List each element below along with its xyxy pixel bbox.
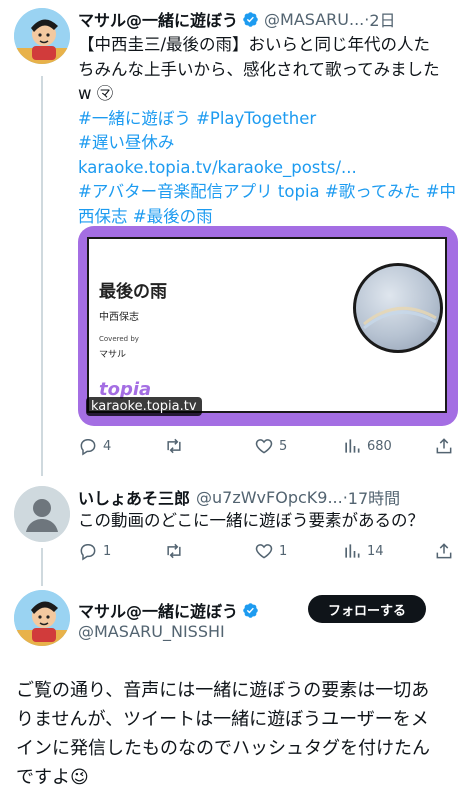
avatar[interactable] — [14, 8, 70, 64]
like-button[interactable]: 1 — [254, 541, 287, 561]
view-count: 680 — [367, 438, 392, 454]
text-line: ご覧の通り、音声には一緒に遊ぼうの要素は一切あ — [16, 680, 430, 701]
text-line: 【中西圭三/最後の雨】おいらと同じ年代の人た — [78, 35, 431, 54]
text-line: w ㋮ — [78, 84, 114, 103]
timestamp[interactable]: 17時間 — [348, 485, 400, 509]
retweet-button[interactable] — [164, 541, 189, 561]
reply-button[interactable]: 1 — [78, 541, 111, 561]
thread-line — [41, 548, 43, 586]
view-count: 14 — [367, 543, 384, 559]
retweet-icon — [167, 543, 181, 559]
reply-count: 4 — [103, 438, 112, 454]
reply-count: 1 — [103, 543, 112, 559]
hashtag-link[interactable]: #遅い昼休み — [78, 131, 460, 156]
analytics-icon — [345, 439, 360, 453]
display-name[interactable]: マサル@一緒に遊ぼう — [78, 598, 238, 622]
share-button[interactable] — [434, 541, 454, 561]
hashtag-link[interactable]: #アバター音楽配信アプリ topia #歌ってみた #中 — [78, 180, 460, 205]
text-line: インに発信したものなのでハッシュタグを付けたん — [16, 738, 430, 759]
avatar[interactable] — [14, 486, 70, 542]
link-card[interactable]: 最後の雨 中西保志 Covered by マサル topia karaoke.t… — [78, 226, 458, 426]
handle[interactable]: @MASARU... — [264, 10, 364, 29]
retweet-button[interactable] — [164, 436, 189, 456]
card-singer: マサル — [99, 350, 127, 360]
hashtag-link[interactable]: #一緒に遊ぼう #PlayTogether — [78, 107, 460, 132]
card-thumbnail: 最後の雨 中西保志 Covered by マサル topia — [87, 237, 447, 413]
tweet-text: 【中西圭三/最後の雨】おいらと同じ年代の人た ちみんな上手いから、感化されて歌っ… — [78, 33, 460, 229]
reply-icon — [80, 544, 96, 561]
reply-icon — [80, 439, 96, 456]
tweet-text: ご覧の通り、音声には一緒に遊ぼうの要素は一切あ りませんが、ツイートは一緒に遊ぼ… — [16, 676, 462, 792]
card-artist: 中西保志 — [99, 312, 139, 323]
text-line: ですよ😉 — [16, 767, 89, 788]
tweet-header: マサル@一緒に遊ぼう — [78, 598, 264, 622]
card-domain: karaoke.topia.tv — [86, 397, 202, 416]
analytics-icon — [345, 544, 360, 558]
tweet-header: マサル@一緒に遊ぼう @MASARU... · 2日 — [78, 7, 396, 31]
handle[interactable]: @u7zWvFOpcK9... — [196, 488, 343, 507]
verified-badge-icon — [243, 11, 258, 27]
tweet-text: この動画のどこに一緒に遊ぼう要素があるの？ — [78, 509, 460, 534]
text-line: りませんが、ツイートは一緒に遊ぼうユーザーをメ — [16, 709, 429, 730]
like-count: 1 — [279, 543, 288, 559]
like-count: 5 — [279, 438, 288, 454]
display-name[interactable]: マサル@一緒に遊ぼう — [78, 7, 238, 31]
display-name[interactable]: いしょあそ三郎 — [78, 485, 190, 509]
share-icon — [436, 438, 452, 454]
reply-button[interactable]: 4 — [78, 436, 111, 456]
timestamp[interactable]: 2日 — [369, 7, 395, 31]
thread-line — [41, 76, 43, 476]
text-line: この動画のどこに一緒に遊ぼう要素があるの？ — [78, 511, 425, 530]
action-bar: 1 1 14 — [78, 541, 460, 563]
tweet-header: いしょあそ三郎 @u7zWvFOpcK9... · 17時間 — [78, 485, 400, 509]
follow-button[interactable]: フォローする — [308, 595, 426, 623]
card-title: 最後の雨 — [99, 282, 167, 302]
share-button[interactable] — [434, 436, 454, 456]
handle[interactable]: @MASARU_NISSHI — [78, 622, 225, 641]
action-bar: 4 5 680 — [78, 436, 460, 458]
verified-badge-icon — [243, 602, 258, 618]
avatar[interactable] — [14, 590, 70, 646]
text-line: ちみんな上手いから、感化されて歌ってみました — [78, 59, 440, 79]
heart-icon — [255, 439, 273, 454]
share-icon — [436, 543, 452, 559]
url-link[interactable]: karaoke.topia.tv/karaoke_posts/... — [78, 156, 460, 181]
card-cover-image — [353, 263, 443, 353]
like-button[interactable]: 5 — [254, 436, 287, 456]
card-covered-label: Covered by — [99, 335, 139, 343]
retweet-icon — [167, 438, 181, 454]
views-button[interactable]: 680 — [342, 436, 392, 456]
handle-row: @MASARU_NISSHI — [78, 622, 225, 641]
heart-icon — [255, 544, 273, 559]
views-button[interactable]: 14 — [342, 541, 384, 561]
